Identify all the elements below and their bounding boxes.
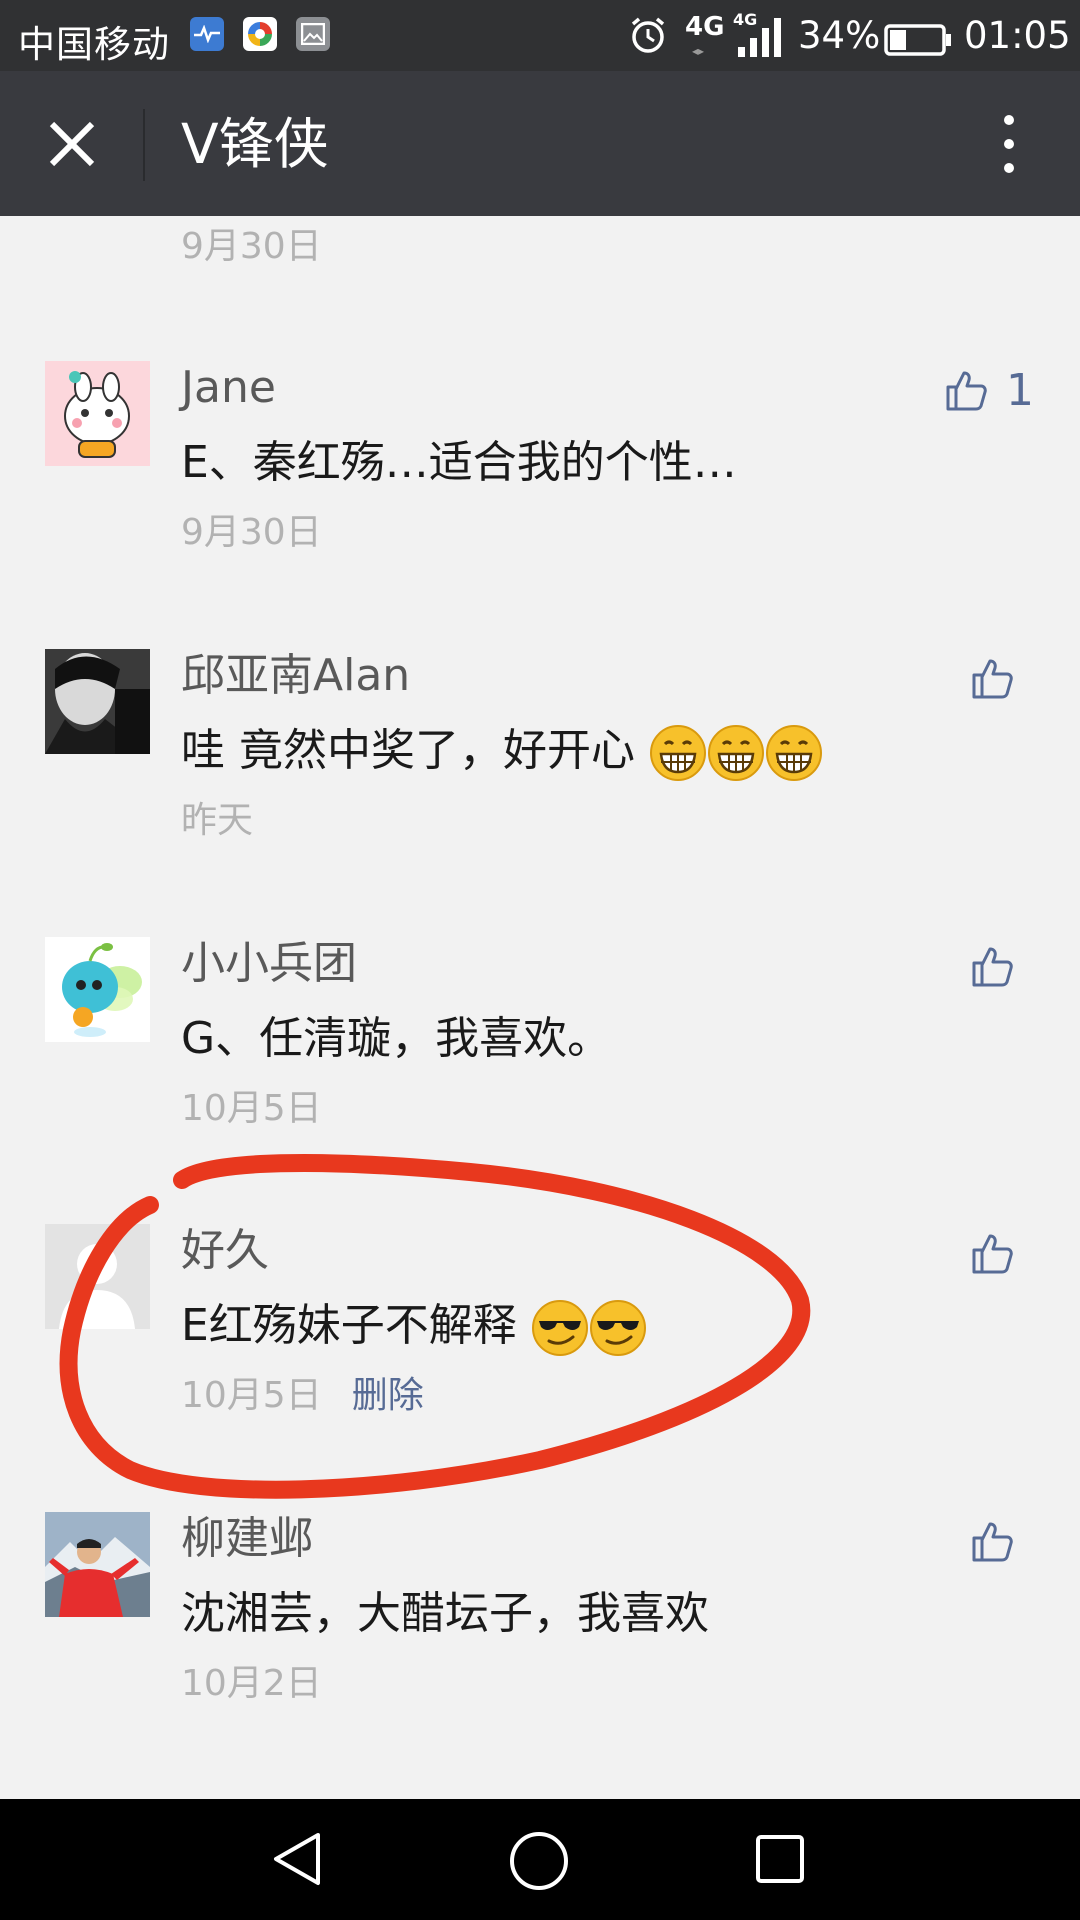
grin-emoji [766,725,822,781]
comment-text: G、任清璇，我喜欢。 [181,1013,612,1064]
delete-link[interactable]: 删除 [352,1375,424,1416]
comment-date: 10月2日 [181,1663,322,1704]
thumbs-up-icon [972,1234,1013,1274]
home-button[interactable] [507,1829,571,1897]
comment-text: 哇 竟然中奖了，好开心 [181,725,635,776]
network-type-label: 4G [685,12,725,42]
battery-percent: 34% [798,14,881,57]
comment-date: 10月5日 [181,1375,322,1416]
comment-text: E、秦红殇…适合我的个性… [181,437,737,488]
battery-icon [884,22,952,65]
recent-apps-button[interactable] [750,1829,810,1893]
comment-author: 好久 [181,1225,269,1276]
navigation-bar [0,1799,1080,1920]
data-activity-icon: ◂▸ [692,44,705,58]
like-button[interactable] [970,1520,1020,1570]
signal-icon [738,17,782,66]
back-button[interactable] [268,1829,328,1893]
like-button[interactable] [970,657,1020,707]
more-icon [1004,115,1014,125]
partial-comment-date: 9月30日 [181,226,322,267]
comment-date: 10月5日 [181,1088,322,1129]
avatar[interactable] [45,937,150,1042]
like-button[interactable] [970,945,1020,995]
comment-meta: 10月5日 删除 [181,1374,424,1418]
avatar[interactable] [45,1512,150,1617]
comment-date: 昨天 [181,800,254,841]
comment-item: 邱亚南Alan 哇 竟然中奖了，好开心 昨天 [0,649,1080,889]
comment-meta: 昨天 [181,799,253,843]
status-bar: 中国移动 4G ◂▸ 4G 34% 01:05 [0,0,1080,71]
page-title: V锋侠 [181,112,329,176]
home-icon [510,1832,568,1890]
grin-emoji [650,725,706,781]
sunglasses-emoji [531,1300,588,1356]
close-icon [49,121,95,167]
thumbs-up-icon [972,947,1013,987]
comment-item: 柳建邺 沈湘芸，大醋坛子，我喜欢 10月2日 [0,1512,1080,1752]
comment-author: 邱亚南Alan [181,650,411,701]
comment-meta: 10月5日 [181,1087,322,1131]
comment-author: Jane [181,362,276,413]
comment-meta: 10月2日 [181,1662,322,1706]
comment-text-row: E红殇妹子不解释 [181,1296,647,1357]
comment-author: 小小兵团 [181,938,357,989]
alarm-icon [628,15,668,64]
comment-item: 小小兵团 G、任清璇，我喜欢。 10月5日 [0,937,1080,1177]
comment-author: 柳建邺 [181,1513,313,1564]
like-count: 1 [1006,365,1034,416]
avatar[interactable] [45,649,150,754]
clock: 01:05 [964,14,1071,57]
comment-text: E红殇妹子不解释 [181,1300,517,1351]
recent-apps-icon [756,1835,804,1883]
comment-date: 9月30日 [181,512,322,553]
thumbs-up-icon [946,371,987,411]
comment-item-own: 好久 E红殇妹子不解释 10月5日 删除 [0,1224,1080,1464]
avatar[interactable] [45,361,150,466]
back-icon [274,1833,320,1885]
close-button[interactable] [30,108,114,180]
health-app-icon [190,17,224,51]
carrier-label: 中国移动 [18,23,170,66]
avatar[interactable] [45,1224,150,1329]
like-button[interactable] [970,1232,1020,1282]
thumbs-up-icon [972,1522,1013,1562]
comment-text: 沈湘芸，大醋坛子，我喜欢 [181,1588,709,1639]
thumbs-up-icon [972,659,1013,699]
app-notification-icon [243,17,277,51]
sunglasses-emoji [589,1300,646,1356]
title-bar: V锋侠 [0,71,1080,216]
gallery-icon [296,17,330,51]
grin-emoji [708,725,764,781]
comment-text-row: 哇 竟然中奖了，好开心 [181,721,823,782]
more-button[interactable] [984,107,1034,181]
like-button[interactable] [944,369,994,419]
title-divider [143,109,145,181]
comment-item: Jane E、秦红殇…适合我的个性… 9月30日 1 [0,361,1080,601]
comment-meta: 9月30日 [181,511,322,555]
